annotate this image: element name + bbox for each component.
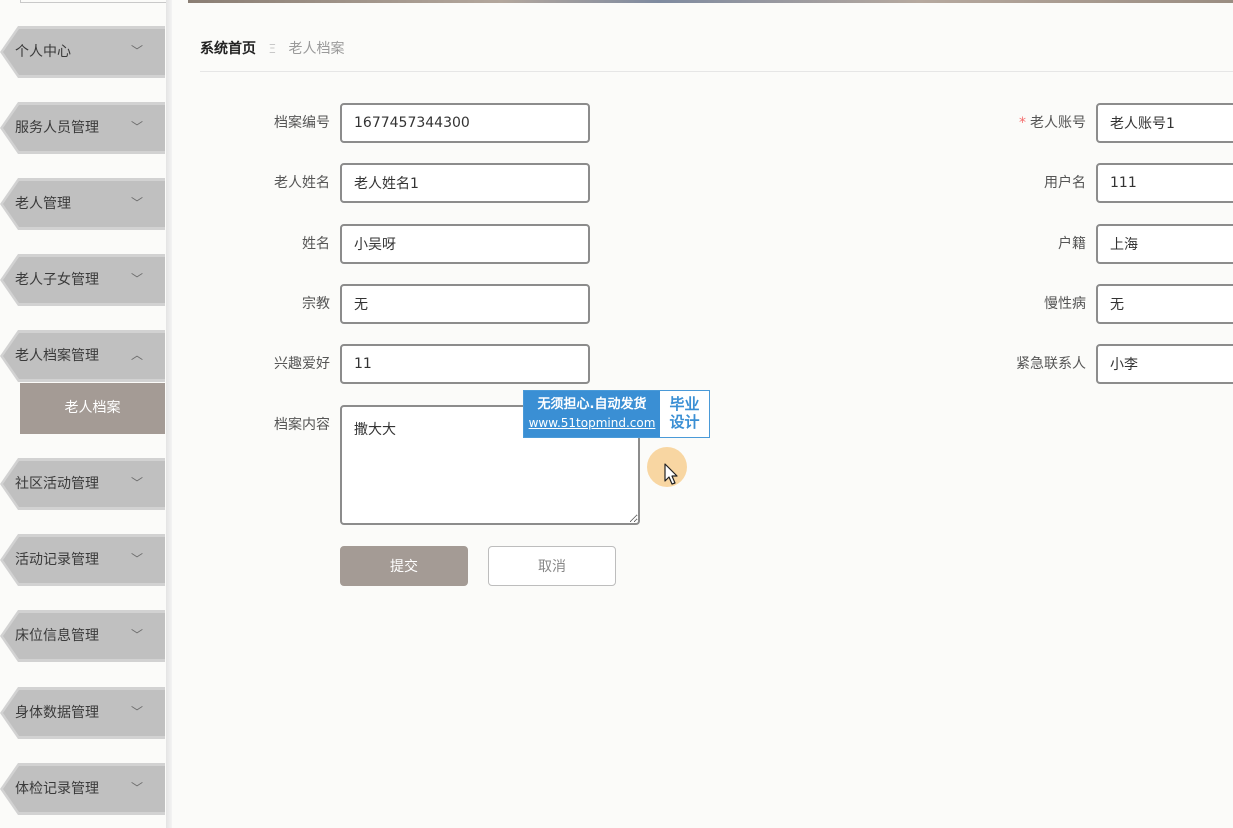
sidebar: 个人中心 ﹀ 服务人员管理 ﹀ 老人管理 ﹀ 老人子女管理 ﹀ 老人档案管理 ︿… bbox=[0, 0, 172, 828]
sidebar-item-elder-management[interactable]: 老人管理 ﹀ bbox=[0, 178, 165, 230]
religion-label: 宗教 bbox=[302, 296, 330, 312]
chevron-down-icon: ﹀ bbox=[131, 552, 144, 566]
household-input[interactable] bbox=[1096, 224, 1233, 264]
breadcrumb: 系统首页 Ξ 老人档案 bbox=[200, 38, 345, 60]
chevron-up-icon: ︿ bbox=[131, 348, 144, 362]
archive-no-input[interactable] bbox=[340, 103, 590, 143]
elder-account-label-text: 老人账号 bbox=[1030, 115, 1086, 131]
sidebar-item-community-activity[interactable]: 社区活动管理 ﹀ bbox=[0, 458, 165, 510]
sidebar-item-activity-records[interactable]: 活动记录管理 ﹀ bbox=[0, 534, 165, 586]
mouse-pointer-icon bbox=[664, 463, 678, 485]
sidebar-divider bbox=[166, 0, 172, 828]
sidebar-item-label: 床位信息管理 bbox=[15, 628, 99, 644]
elder-name-label: 老人姓名 bbox=[274, 175, 330, 191]
elder-account-label: * 老人账号 bbox=[966, 103, 1086, 143]
sidebar-item-body-data[interactable]: 身体数据管理 ﹀ bbox=[0, 687, 165, 739]
chevron-down-icon: ﹀ bbox=[131, 120, 144, 134]
cancel-button[interactable]: 取消 bbox=[488, 546, 616, 586]
sidebar-item-label: 服务人员管理 bbox=[15, 120, 99, 136]
sidebar-item-checkup-records[interactable]: 体检记录管理 ﹀ bbox=[0, 763, 165, 815]
hobby-input[interactable] bbox=[340, 344, 590, 384]
sidebar-item-bed-info[interactable]: 床位信息管理 ﹀ bbox=[0, 610, 165, 662]
religion-input[interactable] bbox=[340, 284, 590, 324]
watermark-badge: 无须担心.自动发货 www.51topmind.com 毕业 设计 bbox=[523, 390, 710, 438]
breadcrumb-home[interactable]: 系统首页 bbox=[200, 41, 256, 57]
watermark-right-line1: 毕业 bbox=[669, 395, 700, 413]
chevron-down-icon: ﹀ bbox=[131, 628, 144, 642]
username-input[interactable] bbox=[1096, 163, 1233, 203]
sidebar-item-label: 个人中心 bbox=[15, 44, 71, 60]
archive-content-label: 档案内容 bbox=[274, 417, 330, 433]
sidebar-subitem-elder-archive[interactable]: 老人档案 bbox=[20, 383, 165, 434]
sidebar-item-children-management[interactable]: 老人子女管理 ﹀ bbox=[0, 254, 165, 306]
chevron-down-icon: ﹀ bbox=[131, 476, 144, 490]
watermark-left: 无须担心.自动发货 www.51topmind.com bbox=[524, 391, 660, 437]
sidebar-item-label: 社区活动管理 bbox=[15, 476, 99, 492]
household-label: 户籍 bbox=[1058, 236, 1086, 252]
sidebar-item-label: 活动记录管理 bbox=[15, 552, 99, 568]
sidebar-item-personal-center[interactable]: 个人中心 ﹀ bbox=[0, 26, 165, 78]
required-mark: * bbox=[1019, 115, 1026, 131]
sidebar-item-label: 老人子女管理 bbox=[15, 272, 99, 288]
sidebar-item-label: 身体数据管理 bbox=[15, 705, 99, 721]
watermark-url: www.51topmind.com bbox=[528, 416, 656, 430]
username-label: 用户名 bbox=[1044, 175, 1086, 191]
breadcrumb-separator-icon: Ξ bbox=[268, 42, 277, 56]
emergency-contact-label: 紧急联系人 bbox=[1016, 356, 1086, 372]
sidebar-item-partial bbox=[20, 0, 167, 3]
chevron-down-icon: ﹀ bbox=[131, 196, 144, 210]
chevron-down-icon: ﹀ bbox=[131, 705, 144, 719]
elder-name-input[interactable] bbox=[340, 163, 590, 203]
sidebar-item-label: 体检记录管理 bbox=[15, 781, 99, 797]
name-label: 姓名 bbox=[302, 236, 330, 252]
sidebar-item-label: 老人档案管理 bbox=[15, 348, 99, 364]
chronic-disease-input[interactable] bbox=[1096, 284, 1233, 324]
hobby-label: 兴趣爱好 bbox=[274, 356, 330, 372]
chevron-down-icon: ﹀ bbox=[131, 44, 144, 58]
archive-no-label: 档案编号 bbox=[274, 115, 330, 131]
chronic-disease-label: 慢性病 bbox=[1044, 296, 1086, 312]
sidebar-item-archive-management[interactable]: 老人档案管理 ︿ bbox=[0, 330, 165, 382]
emergency-contact-input[interactable] bbox=[1096, 344, 1233, 384]
header-banner-edge bbox=[188, 0, 1233, 3]
chevron-down-icon: ﹀ bbox=[131, 781, 144, 795]
sidebar-item-label: 老人管理 bbox=[15, 196, 71, 212]
submit-button[interactable]: 提交 bbox=[340, 546, 468, 586]
watermark-right-line2: 设计 bbox=[669, 413, 700, 431]
name-input[interactable] bbox=[340, 224, 590, 264]
breadcrumb-divider bbox=[200, 71, 1233, 72]
sidebar-item-staff-management[interactable]: 服务人员管理 ﹀ bbox=[0, 102, 165, 154]
breadcrumb-current: 老人档案 bbox=[288, 41, 345, 57]
elder-account-input[interactable] bbox=[1096, 103, 1233, 143]
watermark-slogan: 无须担心.自动发货 bbox=[537, 397, 647, 412]
watermark-right: 毕业 设计 bbox=[660, 391, 709, 437]
chevron-down-icon: ﹀ bbox=[131, 272, 144, 286]
